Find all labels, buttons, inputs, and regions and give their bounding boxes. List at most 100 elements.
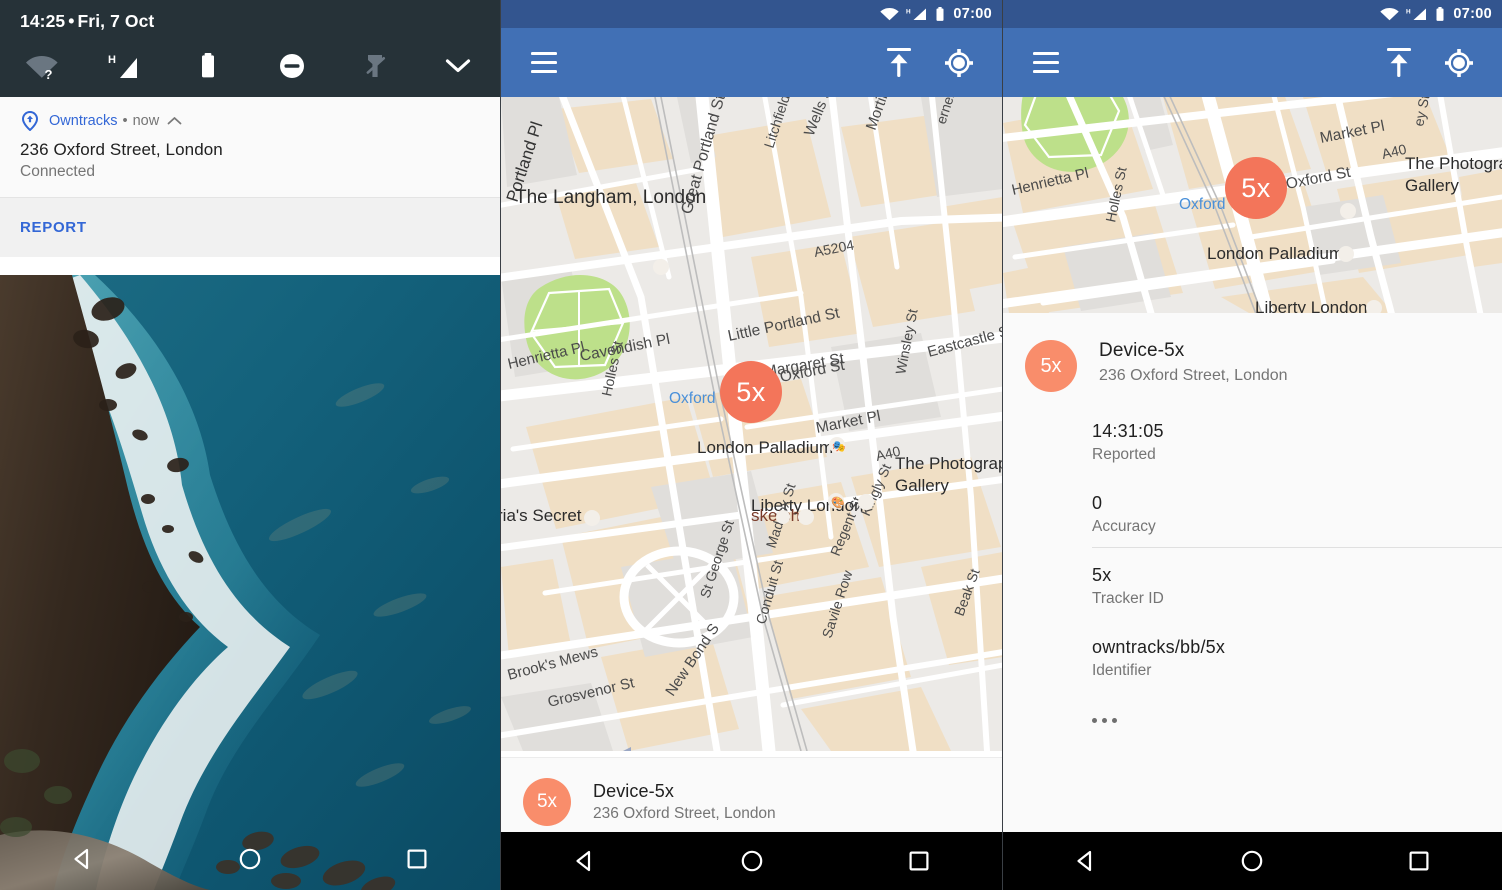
- status-bar-clock: 07:00: [1453, 6, 1492, 22]
- detail-value: 5x: [1092, 565, 1112, 585]
- nav-back-button[interactable]: [501, 832, 668, 890]
- svg-text:Gallery: Gallery: [895, 476, 949, 495]
- owntracks-notification-card[interactable]: Owntracks • now 236 Oxford Street, Londo…: [0, 97, 500, 257]
- wifi-icon: [1380, 8, 1400, 21]
- app-bar: [1003, 28, 1502, 97]
- avatar: 5x: [1025, 340, 1077, 392]
- svg-text:The Photogra: The Photogra: [1405, 154, 1502, 173]
- svg-text:H: H: [906, 8, 911, 15]
- flashlight-off-icon: [366, 55, 386, 77]
- nav-back-button[interactable]: [0, 828, 167, 890]
- bottom-sheet-text: Device-5x 236 Oxford Street, London: [593, 781, 776, 823]
- map-tiles: Portland Pl The Langham, London Great Po…: [501, 97, 1002, 751]
- detail-label: Identifier: [1092, 662, 1152, 679]
- menu-button[interactable]: [1025, 42, 1067, 84]
- quick-setting-mobile-data[interactable]: H: [83, 40, 166, 92]
- shade-clock: 14:25 • Fri, 7 Oct: [20, 11, 154, 32]
- recents-icon: [407, 849, 427, 869]
- detail-value: 14:31:05: [1092, 421, 1164, 441]
- svg-text:?: ?: [44, 67, 52, 80]
- detail-row: owntracks/bb/5x Identifier: [1092, 608, 1480, 680]
- svg-text:The Langham, London: The Langham, London: [515, 187, 706, 208]
- device-detail-sheet: 5x Device-5x 236 Oxford Street, London 1…: [1003, 313, 1502, 890]
- detail-label: Tracker ID: [1092, 590, 1164, 607]
- device-name: Device-5x: [593, 780, 674, 801]
- detail-row: 0 Accuracy: [1092, 464, 1502, 548]
- wifi-icon: [880, 8, 900, 21]
- nav-bar: [501, 832, 1002, 890]
- nav-home-button[interactable]: [1169, 832, 1335, 890]
- recents-icon: [908, 851, 928, 871]
- device-map-marker[interactable]: 5x: [720, 361, 782, 423]
- device-map-marker[interactable]: 5x: [1225, 157, 1287, 219]
- do-not-disturb-icon: [279, 54, 304, 78]
- back-icon: [74, 848, 89, 870]
- status-bar: H 07:00: [1003, 0, 1502, 28]
- more-options-icon[interactable]: [1092, 680, 1480, 723]
- quick-setting-battery[interactable]: [167, 40, 250, 92]
- svg-text:H: H: [108, 54, 116, 66]
- battery-icon: [202, 53, 215, 78]
- map-marker-label: 5x: [1241, 172, 1271, 203]
- battery-icon: [1436, 6, 1444, 21]
- map-marker-label: 5x: [736, 376, 766, 407]
- nav-recents-button[interactable]: [333, 828, 500, 890]
- nav-home-button[interactable]: [167, 828, 334, 890]
- quick-setting-wifi[interactable]: ?: [0, 40, 83, 92]
- publish-location-button[interactable]: [878, 42, 920, 84]
- svg-text:London Palladium: London Palladium: [1207, 244, 1343, 263]
- device-address: 236 Oxford Street, London: [593, 804, 776, 822]
- nav-home-button[interactable]: [668, 832, 835, 890]
- my-location-button[interactable]: [938, 42, 980, 84]
- nav-bar: [1003, 832, 1502, 890]
- svg-text:London Palladium: London Palladium: [697, 438, 833, 457]
- svg-text:The Photograp: The Photograp: [895, 454, 1002, 473]
- svg-text:🎭: 🎭: [832, 441, 846, 453]
- svg-text:ria's Secret: ria's Secret: [501, 506, 582, 525]
- nav-recents-button[interactable]: [1336, 832, 1502, 890]
- recents-icon: [1409, 851, 1429, 871]
- status-bar-clock: 07:00: [953, 6, 992, 22]
- detail-header: 5x Device-5x 236 Oxford Street, London: [1003, 313, 1502, 392]
- my-location-icon: [1445, 48, 1473, 77]
- device-name: Device-5x: [1099, 340, 1185, 361]
- quick-setting-do-not-disturb[interactable]: [250, 40, 333, 92]
- my-location-button[interactable]: [1438, 42, 1480, 84]
- nav-back-button[interactable]: [1003, 832, 1169, 890]
- panel-map: H 07:00 Portland Pl The Langham, London …: [501, 0, 1003, 890]
- notification-subtitle: Connected: [20, 163, 95, 180]
- chevron-down-icon: [446, 59, 471, 73]
- quick-settings-expand-button[interactable]: [417, 40, 500, 92]
- menu-button[interactable]: [523, 42, 565, 84]
- map-canvas[interactable]: Henrietta Pl Holles St Oxford Ci Oxford …: [1003, 97, 1502, 313]
- notification-timestamp: now: [132, 113, 160, 129]
- cell-signal-hspa-icon: H: [906, 8, 927, 20]
- avatar-label: 5x: [1040, 354, 1062, 377]
- detail-label: Accuracy: [1092, 518, 1156, 535]
- hamburger-menu-icon: [531, 52, 557, 73]
- detail-value: 0: [1092, 493, 1103, 513]
- battery-icon: [936, 6, 944, 21]
- screenshot-root: 14:25 • Fri, 7 Oct ? H Owntracks • now 2…: [0, 0, 1503, 890]
- notification-app-name: Owntracks: [49, 113, 118, 129]
- quick-settings-row: ? H: [0, 40, 500, 92]
- quick-setting-flashlight[interactable]: [333, 40, 416, 92]
- publish-upload-icon: [1387, 47, 1411, 77]
- shade-clock-time: 14:25: [20, 11, 66, 31]
- my-location-icon: [945, 48, 973, 77]
- nav-bar: [0, 828, 500, 890]
- nav-recents-button[interactable]: [835, 832, 1002, 890]
- notification-title: 236 Oxford Street, London: [20, 140, 223, 159]
- hamburger-menu-icon: [1033, 52, 1059, 73]
- back-icon: [1077, 850, 1092, 872]
- detail-row: 5x Tracker ID: [1092, 536, 1480, 608]
- status-bar: H 07:00: [501, 0, 1002, 28]
- map-canvas[interactable]: Portland Pl The Langham, London Great Po…: [501, 97, 1002, 751]
- dot: [1112, 718, 1117, 723]
- chevron-up-icon[interactable]: [167, 116, 182, 126]
- report-button[interactable]: REPORT: [20, 219, 87, 236]
- publish-upload-icon: [887, 47, 911, 77]
- shade-clock-separator: •: [68, 11, 75, 31]
- publish-location-button[interactable]: [1378, 42, 1420, 84]
- avatar-label: 5x: [536, 790, 558, 812]
